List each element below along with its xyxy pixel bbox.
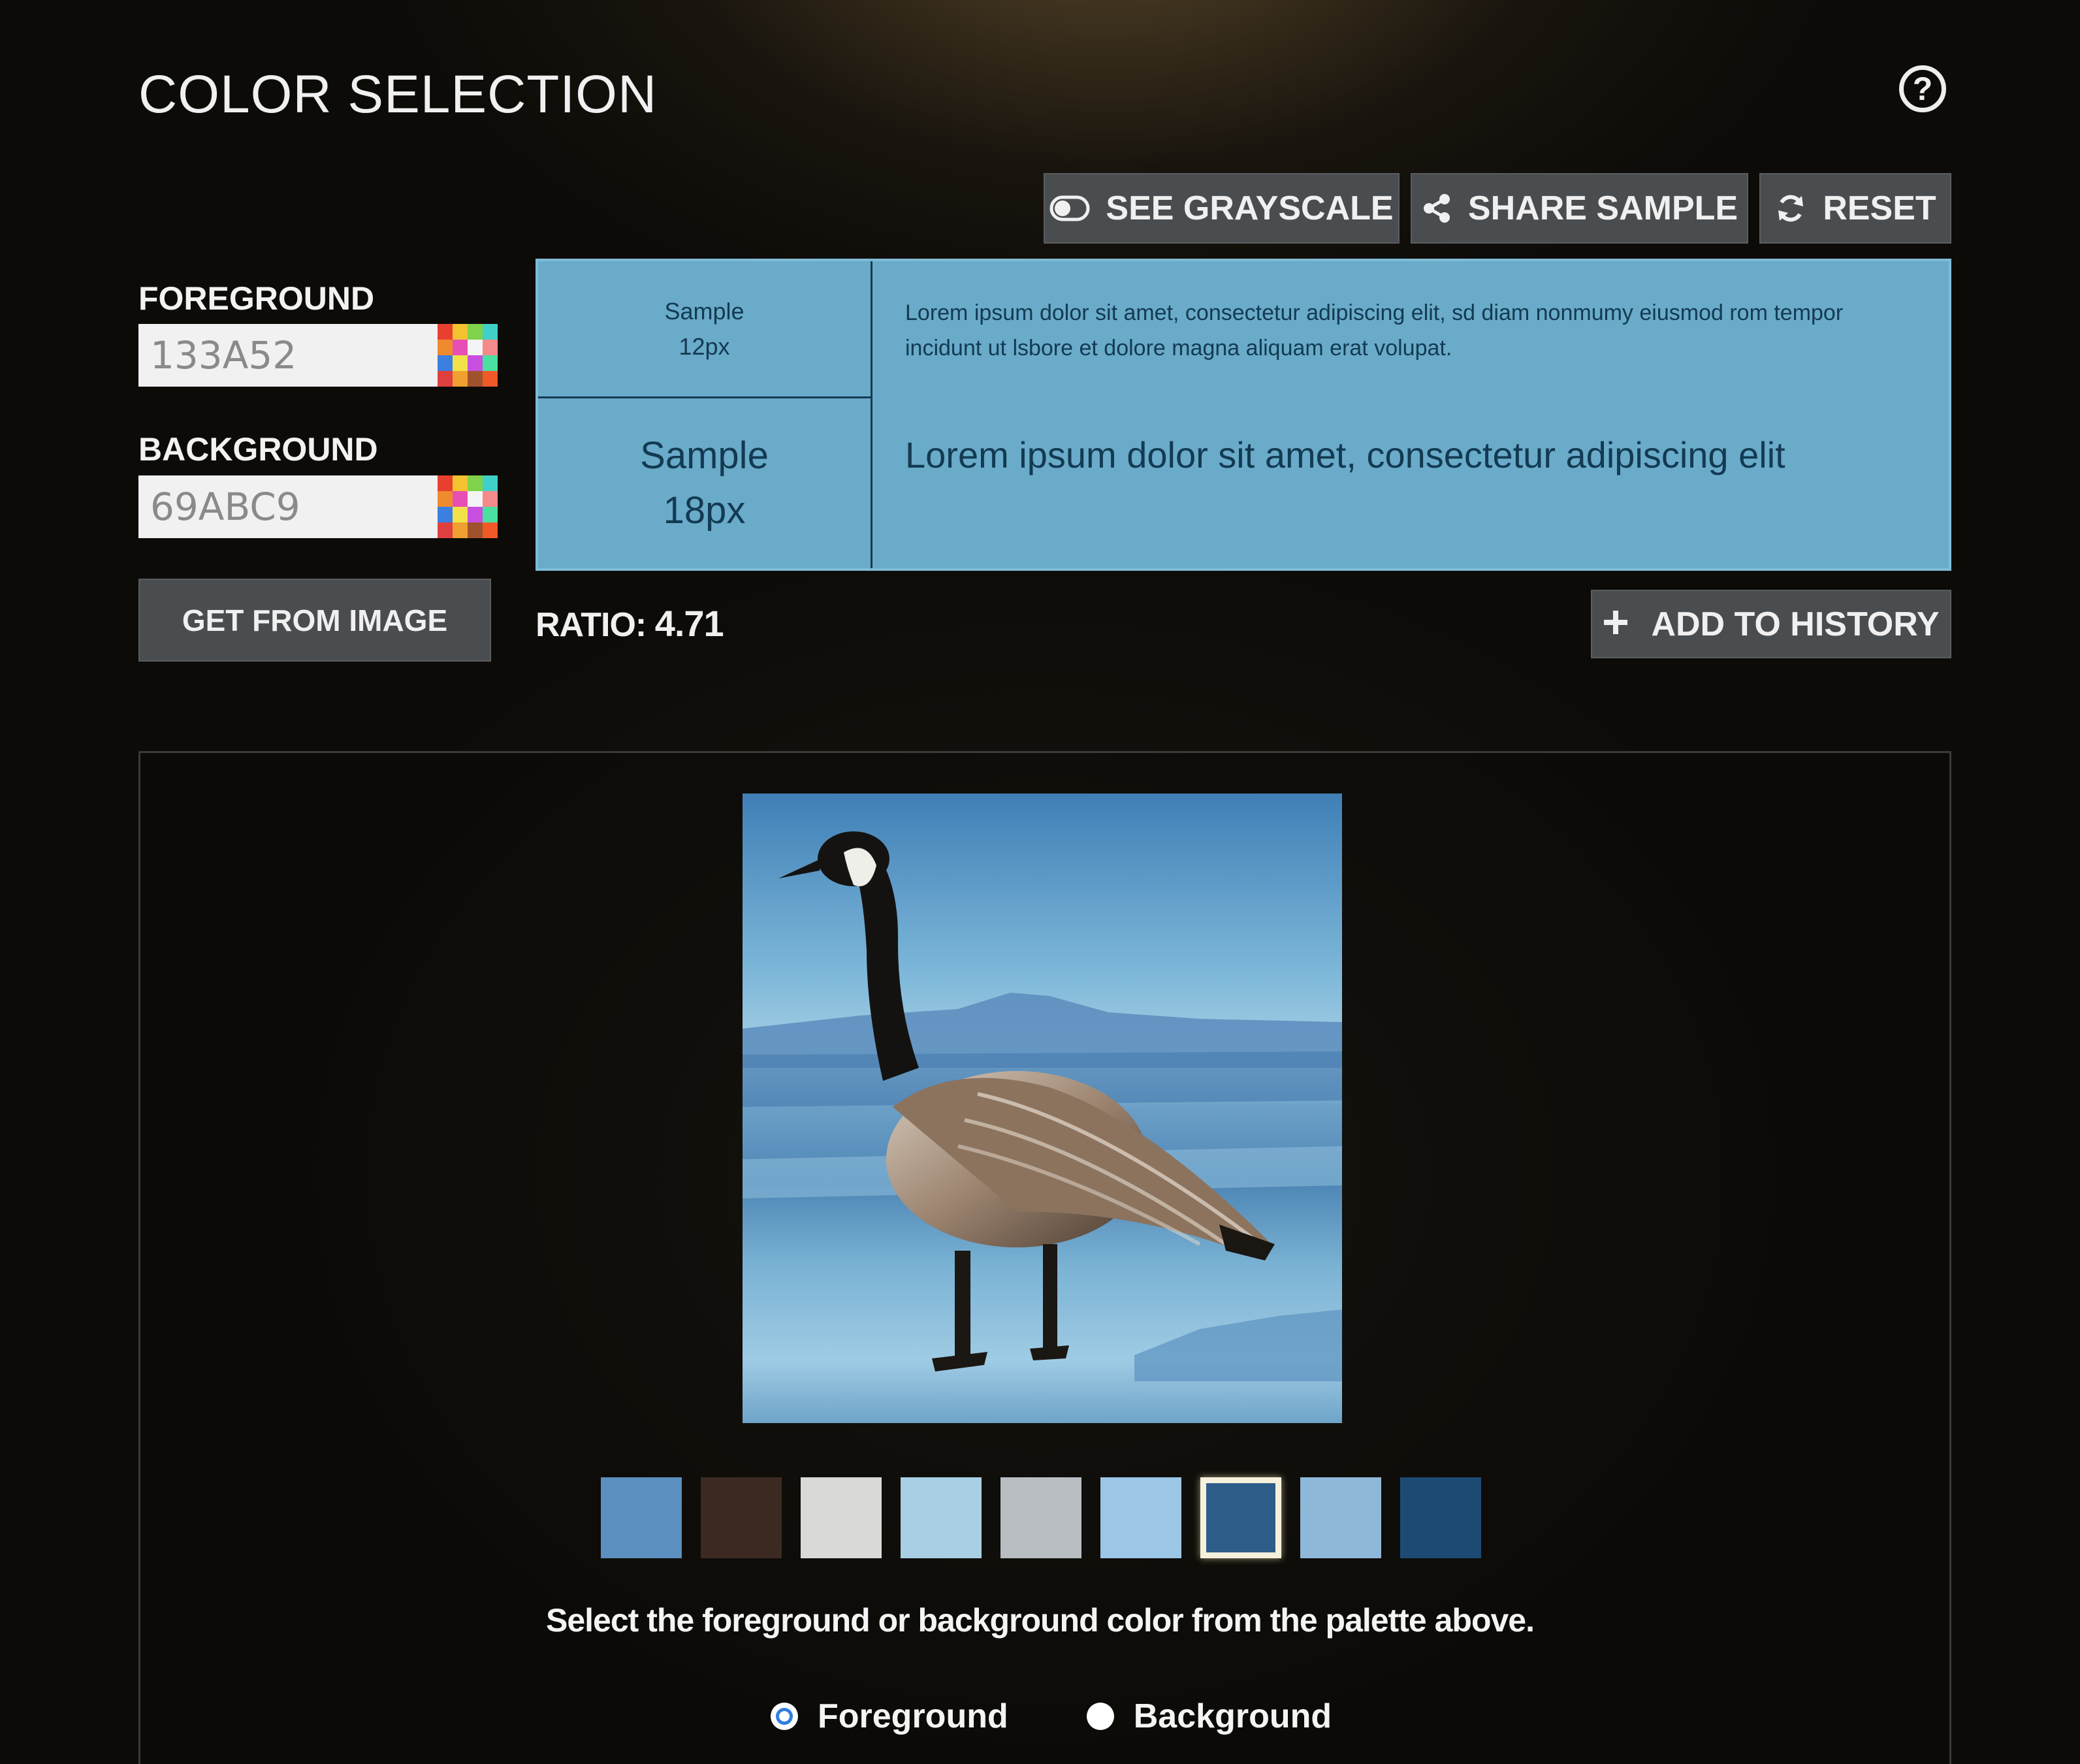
add-to-history-button[interactable]: ADD TO HISTORY [1591, 590, 1951, 658]
help-icon: ? [1912, 71, 1933, 107]
palette-swatch[interactable] [701, 1477, 782, 1558]
contrast-ratio: RATIO: 4.71 [536, 602, 724, 645]
background-radio[interactable] [1086, 1703, 1114, 1730]
lorem-18px-text: Lorem ipsum dolor sit amet, consectetur … [905, 434, 1785, 475]
sample-12px-cell: Sample 12px [538, 261, 872, 398]
palette-swatch[interactable] [1100, 1477, 1181, 1558]
goose-image[interactable] [743, 794, 1342, 1423]
contrast-preview: Sample 12px Lorem ipsum dolor sit amet, … [536, 259, 1951, 571]
palette [601, 1477, 1481, 1558]
plus-icon [1603, 605, 1629, 644]
ratio-label: RATIO: [536, 606, 647, 644]
share-icon [1421, 193, 1452, 224]
palette-target-radio-group: Foreground Background [771, 1697, 1332, 1736]
sample-18px-label: Sample [640, 434, 769, 477]
foreground-input[interactable] [138, 324, 438, 387]
foreground-radio[interactable] [771, 1703, 798, 1730]
foreground-radio-option[interactable]: Foreground [771, 1697, 1008, 1736]
palette-swatch[interactable] [601, 1477, 682, 1558]
reset-button[interactable]: RESET [1759, 173, 1951, 244]
share-sample-label: SHARE SAMPLE [1467, 189, 1738, 227]
refresh-icon [1774, 192, 1807, 225]
page-title: COLOR SELECTION [138, 65, 658, 124]
reset-label: RESET [1823, 189, 1936, 227]
see-grayscale-button[interactable]: SEE GRAYSCALE [1044, 173, 1400, 244]
share-sample-button[interactable]: SHARE SAMPLE [1411, 173, 1748, 244]
ratio-value: 4.71 [654, 603, 724, 644]
see-grayscale-label: SEE GRAYSCALE [1106, 189, 1394, 227]
lorem-12px-text: Lorem ipsum dolor sit amet, consectetur … [905, 300, 1844, 361]
background-label: BACKGROUND [138, 431, 378, 468]
toggle-icon [1049, 195, 1090, 221]
background-radio-label: Background [1133, 1697, 1332, 1735]
sample-12px-label: Sample [664, 297, 744, 325]
palette-swatch[interactable] [1300, 1477, 1381, 1558]
sample-18px-cell: Sample 18px [538, 398, 872, 568]
background-field [138, 475, 498, 538]
palette-swatch[interactable] [801, 1477, 882, 1558]
sample-12px-size: 12px [679, 332, 730, 360]
palette-swatch[interactable] [901, 1477, 982, 1558]
get-from-image-button[interactable]: GET FROM IMAGE [138, 579, 491, 662]
foreground-field [138, 324, 498, 387]
background-input[interactable] [138, 475, 438, 538]
foreground-picker-icon[interactable] [438, 324, 498, 387]
help-button[interactable]: ? [1899, 65, 1946, 112]
sample-18px-size: 18px [663, 489, 746, 532]
foreground-radio-label: Foreground [818, 1697, 1008, 1735]
palette-swatch[interactable] [1400, 1477, 1481, 1558]
instruction-text: Select the foreground or background colo… [545, 1602, 1535, 1639]
background-picker-icon[interactable] [438, 475, 498, 538]
palette-swatch[interactable] [1200, 1477, 1281, 1558]
add-to-history-label: ADD TO HISTORY [1651, 605, 1940, 643]
foreground-label: FOREGROUND [138, 280, 375, 317]
palette-swatch[interactable] [1000, 1477, 1081, 1558]
background-radio-option[interactable]: Background [1086, 1697, 1332, 1736]
